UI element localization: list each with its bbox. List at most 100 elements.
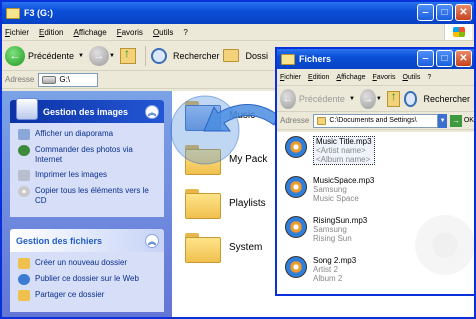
menu-affichage[interactable]: Affichage [73,28,106,37]
files-titlebar[interactable]: Fichers ‒ □ ✕ [277,49,474,69]
files-toolbar: ← Précédente ▼ → ▼ Rechercher [277,86,474,112]
menu-favoris[interactable]: Favoris [372,74,395,81]
back-button-label[interactable]: Précédente [28,51,74,61]
back-arrow-icon[interactable]: ← [280,88,296,109]
menu-edition[interactable]: Edition [308,74,329,81]
task-label: Imprimer les images [35,170,108,179]
window-title: F3 (G:) [24,8,53,18]
back-arrow-icon[interactable]: ← [5,45,25,66]
files-maximize-button[interactable]: □ [436,50,453,67]
menu-edition[interactable]: Edition [39,28,63,37]
menu-help[interactable]: ? [183,28,187,37]
task-publish-web[interactable]: Publier ce dossier sur le Web [18,274,158,285]
task-pane: Gestion des images ︽ Afficher un diapora… [2,91,172,317]
address-field[interactable]: G:\ [38,72,99,87]
collapse-icon[interactable]: ︽ [145,234,159,248]
new-folder-icon [18,258,30,269]
menu-outils[interactable]: Outils [153,28,173,37]
files-task-box: Gestion des fichiers ︽ Créer un nouveau … [10,229,164,312]
forward-dropdown-icon[interactable]: ▼ [109,53,115,59]
song-item[interactable]: RisingSun.mp3 Samsung Rising Sun [285,216,367,243]
media-file-icon [285,176,307,198]
task-copy-cd[interactable]: Copier tous les éléments vers le CD [18,186,158,206]
windows-logo-icon [444,24,472,40]
files-task-header[interactable]: Gestion des fichiers ︽ [10,229,164,252]
task-label: Partager ce dossier [35,290,105,299]
task-label: Copier tous les éléments vers le CD [35,186,149,205]
search-icon[interactable] [150,47,167,64]
menu-affichage[interactable]: Affichage [336,74,365,81]
main-titlebar[interactable]: F3 (G:) ‒ □ ✕ [2,2,474,24]
task-label: Créer un nouveau dossier [35,258,128,267]
folder-label: System [229,241,263,253]
address-dropdown-icon[interactable]: ▼ [437,113,448,128]
files-window: Fichers ‒ □ ✕ Fichier Edition Affichage … [275,47,476,296]
folder-title-icon [281,53,295,65]
menu-fichier[interactable]: Fichier [280,74,301,81]
address-label: Adresse [5,75,35,84]
back-button-label[interactable]: Précédente [299,94,345,104]
go-button-label[interactable]: OK [464,117,474,124]
drive-icon [6,7,20,19]
files-close-button[interactable]: ✕ [455,50,472,67]
menu-outils[interactable]: Outils [402,74,420,81]
menu-help[interactable]: ? [427,74,431,81]
files-task-title: Gestion des fichiers [16,235,103,246]
task-share-folder[interactable]: Partager ce dossier [18,290,158,301]
folders-icon[interactable] [223,49,240,62]
folder-icon [185,233,221,263]
task-label: Afficher un diaporama [35,129,114,138]
folder-item-playlists[interactable]: Playlists [185,189,266,219]
media-file-icon [285,216,307,238]
song-artist: Artist 2 [313,265,338,274]
files-minimize-button[interactable]: ‒ [417,50,434,67]
close-button[interactable]: ✕ [455,4,472,21]
address-value: G:\ [59,75,71,84]
collapse-icon[interactable]: ︽ [145,105,159,119]
share-folder-icon [18,290,30,301]
song-item[interactable]: Song 2.mp3 Artist 2 Album 2 [285,256,356,283]
folder-up-icon[interactable] [119,46,136,64]
folder-item-system[interactable]: System [185,233,263,263]
song-album: Music Space [313,194,359,203]
minimize-button[interactable]: ‒ [417,4,434,21]
folder-label: Playlists [229,197,266,209]
task-print-images[interactable]: Imprimer les images [18,170,158,181]
song-artist: <Artist name> [316,146,366,155]
menu-favoris[interactable]: Favoris [117,28,143,37]
back-dropdown-icon[interactable]: ▼ [78,53,84,59]
cd-icon [18,186,30,197]
images-task-title: Gestion des images [43,106,129,117]
task-label: Commander des photos via Internet [35,145,133,164]
song-artist: Samsung [313,185,347,194]
search-button-label[interactable]: Rechercher [173,51,220,61]
maximize-button[interactable]: □ [436,4,453,21]
song-title: Music Title.mp3 [316,137,372,146]
song-title: RisingSun.mp3 [313,216,368,225]
forward-arrow-icon[interactable]: → [89,45,109,66]
task-slideshow[interactable]: Afficher un diaporama [18,129,158,140]
folder-up-icon[interactable] [386,89,400,107]
go-arrow-icon[interactable]: → [450,114,462,127]
menubar: Fichier Edition Affichage Favoris Outils… [2,24,474,41]
folders-button-label[interactable]: Dossi [245,51,268,61]
task-new-folder[interactable]: Créer un nouveau dossier [18,258,158,269]
media-file-icon [285,136,307,158]
forward-arrow-icon[interactable]: → [359,88,376,109]
toolbar-separator [144,45,146,66]
search-icon[interactable] [403,90,418,107]
drive-small-icon [42,75,57,84]
forward-dropdown-icon[interactable]: ▼ [376,96,382,102]
files-address-bar: Adresse C:\Documents and Settings\ ▼ → O… [277,112,474,130]
search-button-label[interactable]: Rechercher [423,94,470,104]
song-item[interactable]: Music Title.mp3 <Artist name> <Album nam… [285,136,375,165]
back-dropdown-icon[interactable]: ▼ [349,96,355,102]
song-item[interactable]: MusicSpace.mp3 Samsung Music Space [285,176,374,203]
menu-fichier[interactable]: Fichier [5,28,29,37]
files-window-title: Fichers [299,54,332,64]
web-publish-icon [18,274,30,285]
files-address-field[interactable]: C:\Documents and Settings\ [313,113,438,128]
slideshow-icon [18,129,30,140]
images-task-header[interactable]: Gestion des images ︽ [10,97,164,123]
task-order-photos[interactable]: Commander des photos via Internet [18,145,158,165]
